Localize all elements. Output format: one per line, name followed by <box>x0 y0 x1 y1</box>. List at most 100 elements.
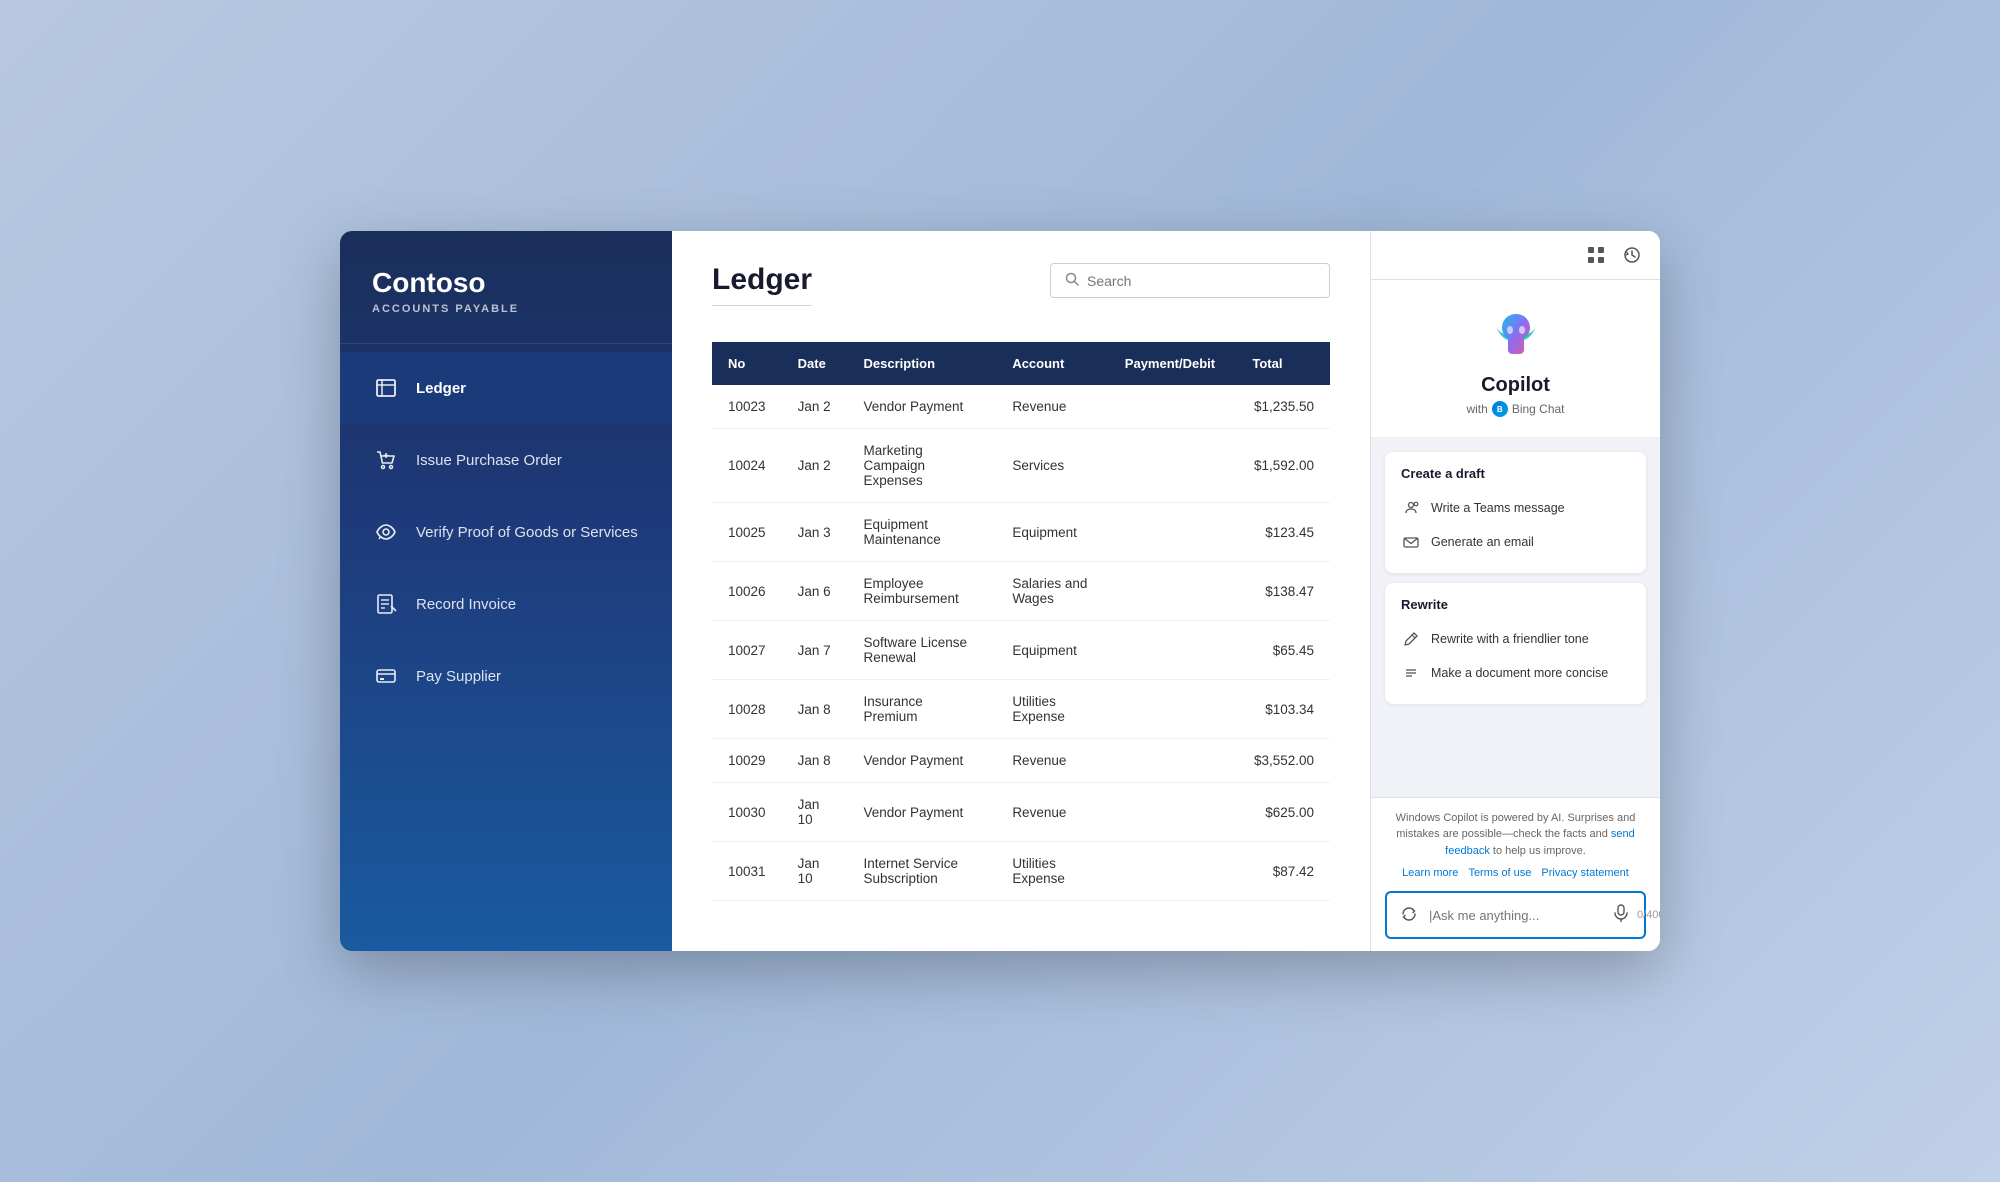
record-invoice-label: Record Invoice <box>416 596 516 613</box>
table-row[interactable]: 10023 Jan 2 Vendor Payment Revenue $1,23… <box>712 385 1330 429</box>
sidebar-item-purchase-order[interactable]: Issue Purchase Order <box>340 424 672 496</box>
invoice-icon <box>372 590 400 618</box>
cell-description: Vendor Payment <box>848 783 997 842</box>
title-divider <box>712 305 812 306</box>
table-row[interactable]: 10027 Jan 7 Software License Renewal Equ… <box>712 621 1330 680</box>
brand-name: Contoso <box>372 267 640 299</box>
copilot-topbar <box>1371 231 1660 280</box>
cell-total: $103.34 <box>1236 680 1330 739</box>
table-row[interactable]: 10025 Jan 3 Equipment Maintenance Equipm… <box>712 503 1330 562</box>
cell-date: Jan 10 <box>782 842 848 901</box>
cell-date: Jan 2 <box>782 385 848 429</box>
table-row[interactable]: 10030 Jan 10 Vendor Payment Revenue $625… <box>712 783 1330 842</box>
cell-description: Vendor Payment <box>848 739 997 783</box>
title-section: Ledger <box>712 263 812 322</box>
cell-account: Utilities Expense <box>996 842 1108 901</box>
copilot-with-text: with <box>1466 402 1487 416</box>
col-account-header: Account <box>996 342 1108 385</box>
table-row[interactable]: 10026 Jan 6 Employee Reimbursement Salar… <box>712 562 1330 621</box>
cell-no: 10030 <box>712 783 782 842</box>
sidebar-item-verify-proof[interactable]: Verify Proof of Goods or Services <box>340 496 672 568</box>
more-concise-label: Make a document more concise <box>1431 666 1608 680</box>
sidebar-item-ledger[interactable]: Ledger <box>340 352 672 424</box>
brand-subtitle: ACCOUNTS PAYABLE <box>372 303 640 315</box>
search-input[interactable] <box>1087 273 1315 289</box>
copilot-input-row: 0/4000 <box>1385 891 1646 939</box>
search-bar[interactable] <box>1050 263 1330 298</box>
table-row[interactable]: 10024 Jan 2 Marketing Campaign Expenses … <box>712 429 1330 503</box>
mic-icon[interactable] <box>1613 904 1629 927</box>
cell-payment <box>1109 562 1237 621</box>
cell-total: $1,235.50 <box>1236 385 1330 429</box>
sidebar: Contoso ACCOUNTS PAYABLE Ledger <box>340 231 672 951</box>
col-no-header: No <box>712 342 782 385</box>
ledger-icon <box>372 374 400 402</box>
payment-icon <box>372 662 400 690</box>
col-total-header: Total <box>1236 342 1330 385</box>
teams-message-label: Write a Teams message <box>1431 501 1565 515</box>
copilot-title: Copilot <box>1481 374 1550 397</box>
privacy-link[interactable]: Privacy statement <box>1541 867 1628 879</box>
table-header-row: No Date Description Account Payment/Debi… <box>712 342 1330 385</box>
table-row[interactable]: 10029 Jan 8 Vendor Payment Revenue $3,55… <box>712 739 1330 783</box>
pay-supplier-label: Pay Supplier <box>416 668 501 685</box>
disclaimer-rest: to help us improve. <box>1493 845 1586 857</box>
cell-total: $138.47 <box>1236 562 1330 621</box>
ledger-table: No Date Description Account Payment/Debi… <box>712 342 1330 901</box>
learn-more-link[interactable]: Learn more <box>1402 867 1458 879</box>
cell-no: 10023 <box>712 385 782 429</box>
footer-links: Learn more Terms of use Privacy statemen… <box>1385 867 1646 879</box>
cell-account: Revenue <box>996 739 1108 783</box>
main-content: Ledger No <box>672 231 1370 951</box>
generate-email-item[interactable]: Generate an email <box>1401 525 1630 559</box>
history-icon[interactable] <box>1620 243 1644 267</box>
eye-icon <box>372 518 400 546</box>
copilot-logo-icon <box>1488 308 1544 364</box>
cell-payment <box>1109 680 1237 739</box>
email-icon <box>1401 532 1421 552</box>
cell-account: Equipment <box>996 503 1108 562</box>
table-row[interactable]: 10031 Jan 10 Internet Service Subscripti… <box>712 842 1330 901</box>
generate-email-label: Generate an email <box>1431 535 1534 549</box>
cell-payment <box>1109 783 1237 842</box>
ledger-area: No Date Description Account Payment/Debi… <box>672 342 1370 951</box>
cell-total: $65.45 <box>1236 621 1330 680</box>
teams-icon <box>1401 498 1421 518</box>
sidebar-item-record-invoice[interactable]: Record Invoice <box>340 568 672 640</box>
refresh-icon[interactable] <box>1397 902 1421 929</box>
cell-description: Internet Service Subscription <box>848 842 997 901</box>
ledger-label: Ledger <box>416 380 466 397</box>
cell-total: $3,552.00 <box>1236 739 1330 783</box>
teams-message-item[interactable]: Write a Teams message <box>1401 491 1630 525</box>
cell-no: 10025 <box>712 503 782 562</box>
friendlier-tone-item[interactable]: Rewrite with a friendlier tone <box>1401 622 1630 656</box>
cell-account: Revenue <box>996 783 1108 842</box>
sidebar-item-pay-supplier[interactable]: Pay Supplier <box>340 640 672 712</box>
create-draft-title: Create a draft <box>1401 466 1630 481</box>
cell-description: Employee Reimbursement <box>848 562 997 621</box>
cell-payment <box>1109 739 1237 783</box>
copilot-subtitle: with B Bing Chat <box>1466 401 1564 417</box>
friendlier-tone-label: Rewrite with a friendlier tone <box>1431 632 1589 646</box>
copilot-logo-area: Copilot with B Bing Chat <box>1371 280 1660 438</box>
search-icon <box>1065 272 1079 289</box>
table-row[interactable]: 10028 Jan 8 Insurance Premium Utilities … <box>712 680 1330 739</box>
sidebar-header: Contoso ACCOUNTS PAYABLE <box>340 231 672 344</box>
more-concise-item[interactable]: Make a document more concise <box>1401 656 1630 690</box>
terms-link[interactable]: Terms of use <box>1468 867 1531 879</box>
cell-date: Jan 3 <box>782 503 848 562</box>
page-title: Ledger <box>712 263 812 297</box>
sidebar-nav: Ledger Issue Purchase Order <box>340 344 672 720</box>
cell-account: Equipment <box>996 621 1108 680</box>
cell-account: Revenue <box>996 385 1108 429</box>
cart-icon <box>372 446 400 474</box>
cell-account: Utilities Expense <box>996 680 1108 739</box>
header-row: Ledger <box>712 263 1330 322</box>
cell-date: Jan 8 <box>782 680 848 739</box>
cell-account: Salaries and Wages <box>996 562 1108 621</box>
copilot-ask-input[interactable] <box>1429 908 1605 923</box>
grid-icon[interactable] <box>1584 243 1608 267</box>
cell-date: Jan 7 <box>782 621 848 680</box>
cell-payment <box>1109 385 1237 429</box>
copilot-suggestions: Create a draft Write a Teams message <box>1371 438 1660 797</box>
